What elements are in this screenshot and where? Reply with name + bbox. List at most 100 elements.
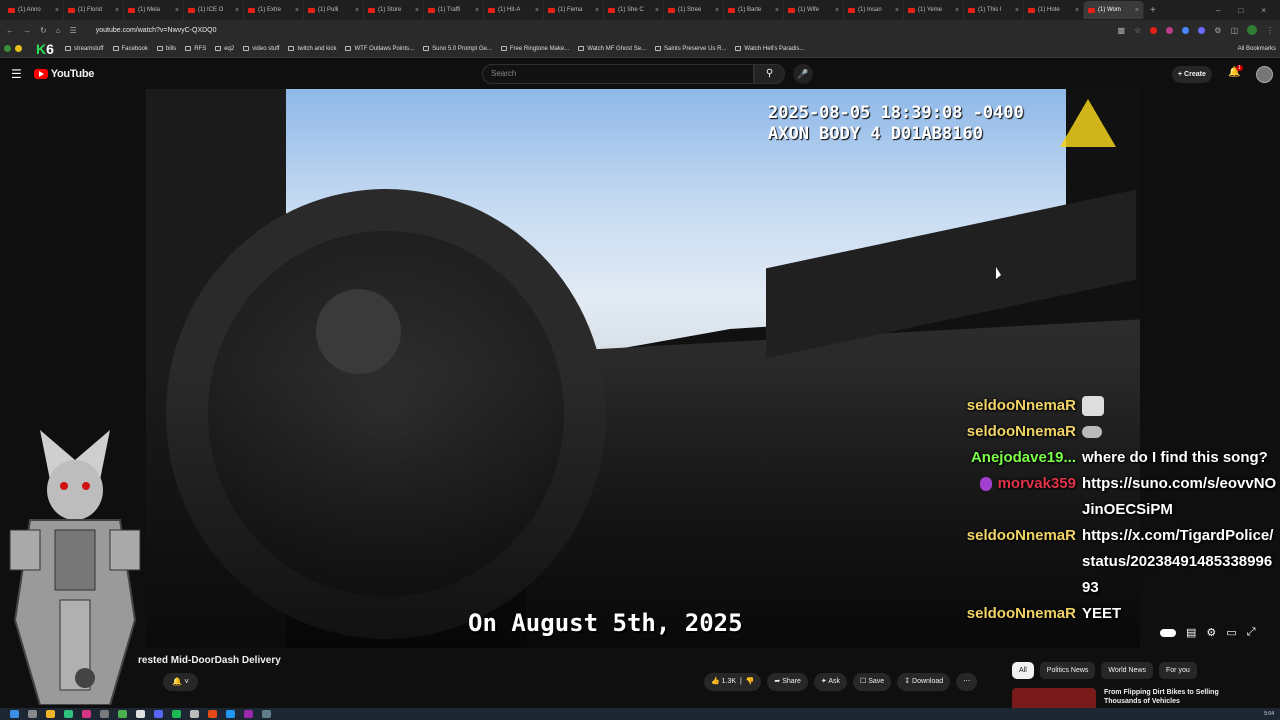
close-tab-icon[interactable]: ×: [715, 7, 719, 14]
app-icon[interactable]: [172, 710, 181, 718]
app-icon[interactable]: [190, 710, 199, 718]
browser-menu-icon[interactable]: ⋮: [1266, 26, 1274, 35]
app-icon[interactable]: [262, 710, 271, 718]
subscription-bell-button[interactable]: 🔔 ˅: [163, 673, 198, 691]
app-icon[interactable]: [15, 45, 22, 52]
recommended-thumbnail[interactable]: [1012, 688, 1096, 710]
bookmark-item[interactable]: RFS: [185, 46, 206, 52]
browser-tab[interactable]: (1) Pulli ×: [304, 1, 364, 19]
browser-tab[interactable]: (1) Insan ×: [844, 1, 904, 19]
dislike-icon[interactable]: 👎: [746, 678, 755, 685]
browser-tab[interactable]: (1) Yeme ×: [904, 1, 964, 19]
close-tab-icon[interactable]: ×: [835, 7, 839, 14]
close-tab-icon[interactable]: ×: [415, 7, 419, 14]
app-icon[interactable]: [82, 710, 91, 718]
save-button[interactable]: ☐ Save: [853, 673, 892, 691]
browser-tab[interactable]: (1) Florid ×: [64, 1, 124, 19]
browser-tab[interactable]: (1) Anno ×: [4, 1, 64, 19]
file-explorer-icon[interactable]: [46, 710, 55, 718]
browser-tab[interactable]: (1) Wom ×: [1084, 1, 1144, 19]
close-tab-icon[interactable]: ×: [955, 7, 959, 14]
install-icon[interactable]: ▩: [1118, 26, 1126, 35]
minimize-icon[interactable]: –: [1216, 6, 1220, 15]
browser-tab[interactable]: (1) Extre ×: [244, 1, 304, 19]
close-tab-icon[interactable]: ×: [1075, 7, 1079, 14]
app-icon[interactable]: [100, 710, 109, 718]
close-tab-icon[interactable]: ×: [595, 7, 599, 14]
filter-chip[interactable]: Politics News: [1039, 662, 1096, 679]
search-icon[interactable]: [28, 710, 37, 718]
bookmark-item[interactable]: WTF Outlaws Points...: [345, 46, 414, 52]
app-icon[interactable]: [154, 710, 163, 718]
browser-tab[interactable]: (1) Wife ×: [784, 1, 844, 19]
profile-avatar[interactable]: [1247, 25, 1257, 35]
close-tab-icon[interactable]: ×: [1135, 7, 1139, 14]
fullscreen-icon[interactable]: ⤢: [1247, 626, 1256, 639]
reload-icon[interactable]: ↻: [40, 26, 47, 35]
voice-search-icon[interactable]: 🎤: [793, 64, 813, 84]
subtitles-icon[interactable]: ▤: [1186, 626, 1196, 639]
browser-tab[interactable]: (1) Barte ×: [724, 1, 784, 19]
app-icon[interactable]: [208, 710, 217, 718]
browser-tab[interactable]: (1) Hote ×: [1024, 1, 1084, 19]
bookmark-item[interactable]: bills: [156, 46, 176, 52]
browser-tab[interactable]: (1) Hit-A ×: [484, 1, 544, 19]
close-tab-icon[interactable]: ×: [655, 7, 659, 14]
app-icon[interactable]: [136, 710, 145, 718]
k6-logo[interactable]: K6: [36, 42, 54, 56]
forward-icon[interactable]: →: [23, 26, 31, 35]
theater-mode-icon[interactable]: ▭: [1226, 626, 1236, 639]
app-icon[interactable]: [64, 710, 73, 718]
browser-tab[interactable]: (1) Store ×: [364, 1, 424, 19]
new-tab-icon[interactable]: +: [1150, 5, 1156, 16]
search-icon[interactable]: ⚲: [754, 64, 785, 84]
bookmark-item[interactable]: Facebook: [112, 46, 148, 52]
browser-tab[interactable]: (1) ICE O ×: [184, 1, 244, 19]
create-button[interactable]: + Create: [1172, 66, 1212, 83]
app-icon[interactable]: [244, 710, 253, 718]
maximize-icon[interactable]: □: [1238, 6, 1243, 15]
start-menu-icon[interactable]: [10, 710, 19, 718]
bookmark-item[interactable]: Watch Hell's Paradis...: [735, 46, 804, 52]
share-button[interactable]: ➦ Share: [767, 673, 808, 691]
sidebar-icon[interactable]: ◫: [1230, 26, 1238, 35]
like-button[interactable]: 👍 1.3K | 👎: [704, 673, 762, 691]
site-info-icon[interactable]: ☰: [70, 26, 77, 35]
bookmark-item[interactable]: twitch and kick: [288, 46, 336, 52]
app-icon[interactable]: [226, 710, 235, 718]
extension-icon[interactable]: [1150, 26, 1158, 34]
bookmark-item[interactable]: Free Ringtone Make...: [500, 46, 569, 52]
autoplay-toggle[interactable]: [1160, 629, 1176, 637]
bookmark-star-icon[interactable]: ☆: [1134, 26, 1141, 35]
close-tab-icon[interactable]: ×: [175, 7, 179, 14]
browser-tab[interactable]: (1) Mela ×: [124, 1, 184, 19]
menu-icon[interactable]: ☰: [11, 67, 22, 81]
close-tab-icon[interactable]: ×: [775, 7, 779, 14]
bookmark-item[interactable]: video stuff: [243, 46, 279, 52]
bookmark-item[interactable]: Suno 5.0 Prompt Ge...: [423, 46, 492, 52]
bookmark-item[interactable]: Saints Preserve Us R...: [655, 46, 726, 52]
browser-tab[interactable]: (1) Stree ×: [664, 1, 724, 19]
recommended-title[interactable]: From Flipping Dirt Bikes to Selling Thou…: [1104, 688, 1222, 708]
more-actions-button[interactable]: ⋯: [956, 673, 978, 691]
bookmark-item[interactable]: Watch MF Ghost Se...: [578, 46, 646, 52]
browser-tab[interactable]: (1) This I ×: [964, 1, 1024, 19]
channel-avatar[interactable]: [75, 668, 95, 688]
bookmark-item[interactable]: streamstuff: [64, 46, 104, 52]
close-tab-icon[interactable]: ×: [55, 7, 59, 14]
ask-button[interactable]: ✦ Ask: [813, 673, 848, 691]
download-button[interactable]: ↧ Download: [897, 673, 951, 691]
url-field[interactable]: youtube.com/watch?v=NwvyC-QXDQ0: [96, 27, 217, 34]
home-icon[interactable]: ⌂: [56, 26, 61, 35]
extension-icon[interactable]: [1182, 26, 1190, 34]
browser-tab[interactable]: (1) She C ×: [604, 1, 664, 19]
bookmark-item[interactable]: eq2: [215, 46, 234, 52]
filter-chip[interactable]: World News: [1101, 662, 1154, 679]
filter-chip[interactable]: For you: [1159, 662, 1197, 679]
close-tab-icon[interactable]: ×: [535, 7, 539, 14]
close-tab-icon[interactable]: ×: [1015, 7, 1019, 14]
youtube-logo[interactable]: YouTube: [33, 68, 94, 80]
browser-tab[interactable]: (1) Fema ×: [544, 1, 604, 19]
app-icon[interactable]: [118, 710, 127, 718]
close-tab-icon[interactable]: ×: [475, 7, 479, 14]
